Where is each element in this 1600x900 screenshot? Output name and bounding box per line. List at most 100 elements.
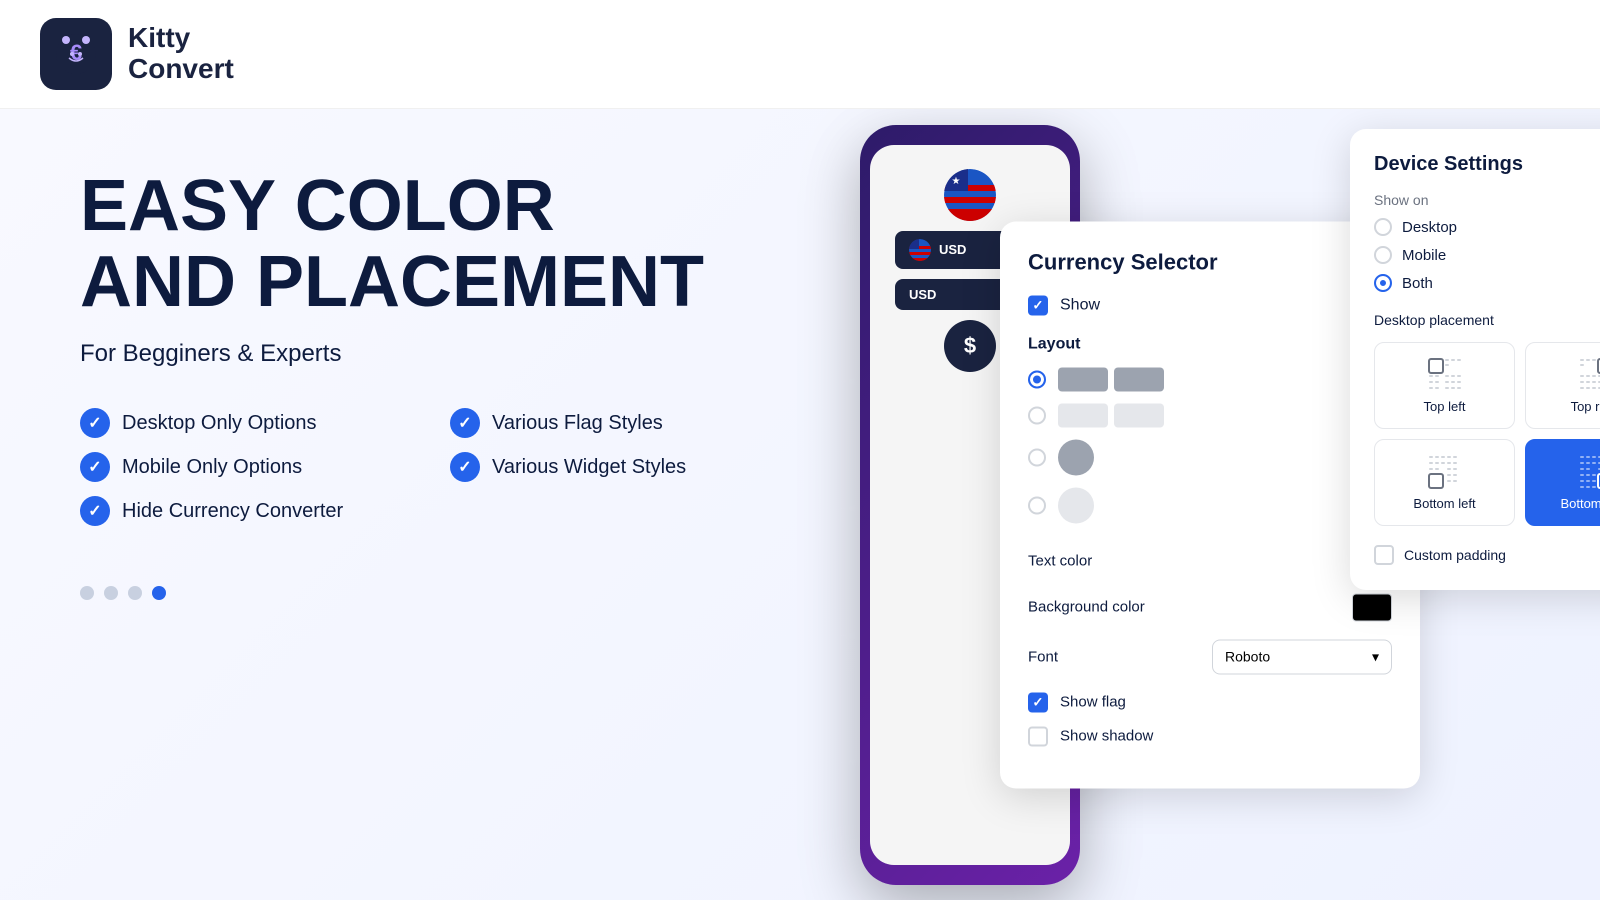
feature-3: Mobile Only Options (80, 452, 390, 482)
dollar-symbol: $ (964, 333, 976, 359)
show-label: Show (1060, 296, 1100, 314)
show-on-label: Show on (1374, 192, 1600, 208)
top-left-icon (1427, 357, 1463, 393)
font-row: Font Roboto ▾ (1028, 639, 1392, 674)
show-on-desktop[interactable]: Desktop (1374, 218, 1600, 236)
bottom-right-label: Bottom right (1560, 496, 1600, 511)
desktop-radio[interactable] (1374, 218, 1392, 236)
feature-label-3: Mobile Only Options (122, 456, 302, 479)
custom-padding-checkbox[interactable] (1374, 545, 1394, 565)
show-shadow-row: Show shadow (1028, 726, 1392, 746)
top-right-icon (1578, 357, 1600, 393)
feature-label-1: Desktop Only Options (122, 412, 317, 435)
feature-1: Desktop Only Options (80, 408, 390, 438)
placement-grid: Top left (1374, 342, 1600, 526)
main-content: EASY COLOR AND PLACEMENT For Begginers &… (0, 109, 1600, 900)
layout-block-1b (1114, 367, 1164, 391)
dot-4[interactable] (152, 586, 166, 600)
placement-bottom-right[interactable]: Bottom right (1525, 439, 1600, 526)
both-label: Both (1402, 275, 1433, 292)
mobile-label: Mobile (1402, 247, 1446, 264)
header: € Kitty Convert (0, 0, 1600, 109)
svg-text:★: ★ (952, 176, 961, 187)
bottom-left-label: Bottom left (1413, 496, 1475, 511)
hero-title-line2: AND PLACEMENT (80, 242, 704, 322)
placement-top-right[interactable]: Top right (1525, 342, 1600, 429)
layout-radio-2[interactable] (1028, 406, 1046, 424)
text-color-row: Text color (1028, 547, 1392, 575)
show-on-mobile[interactable]: Mobile (1374, 246, 1600, 264)
feature-label-5: Hide Currency Converter (122, 500, 343, 523)
font-label: Font (1028, 648, 1058, 665)
app-name-line2: Convert (128, 54, 234, 85)
device-settings-panel: Device Settings Show on Desktop Mobile B… (1350, 129, 1600, 590)
check-icon-1 (80, 408, 110, 438)
desktop-label: Desktop (1402, 219, 1457, 236)
feature-label-4: Various Widget Styles (492, 456, 686, 479)
both-radio[interactable] (1374, 274, 1392, 292)
layout-preview-2 (1058, 403, 1164, 427)
show-flag-label: Show flag (1060, 694, 1126, 711)
font-select[interactable]: Roboto ▾ (1212, 639, 1392, 674)
show-row: Show (1028, 295, 1392, 315)
show-flag-row: Show flag (1028, 692, 1392, 712)
layout-option-4[interactable] (1028, 487, 1392, 523)
device-settings-title: Device Settings (1374, 153, 1600, 176)
layout-preview-1 (1058, 367, 1164, 391)
top-left-label: Top left (1424, 399, 1466, 414)
right-panel: ★ USD ≡ USD (820, 109, 1600, 900)
show-shadow-label: Show shadow (1060, 728, 1153, 745)
layout-block-2a (1058, 403, 1108, 427)
hero-subtitle: For Begginers & Experts (80, 340, 760, 368)
hero-title-line1: EASY COLOR (80, 166, 555, 246)
check-icon-5 (80, 496, 110, 526)
app-name: Kitty Convert (128, 23, 234, 85)
features-grid: Desktop Only Options Various Flag Styles… (80, 408, 760, 526)
layout-options (1028, 367, 1392, 523)
top-right-label: Top right (1571, 399, 1600, 414)
layout-radio-1[interactable] (1028, 370, 1046, 388)
show-checkbox[interactable] (1028, 295, 1048, 315)
check-icon-4 (450, 452, 480, 482)
placement-top-left[interactable]: Top left (1374, 342, 1515, 429)
globe-widget: ★ (944, 169, 996, 221)
dot-1[interactable] (80, 586, 94, 600)
bg-color-row: Background color (1028, 593, 1392, 621)
custom-padding-row: Custom padding ? (1374, 544, 1600, 566)
layout-radio-3[interactable] (1028, 448, 1046, 466)
layout-circle-4 (1058, 487, 1094, 523)
dot-3[interactable] (128, 586, 142, 600)
font-value: Roboto (1225, 649, 1270, 665)
logo-box: € (40, 18, 112, 90)
layout-label: Layout (1028, 335, 1392, 353)
usd-text: USD (939, 242, 966, 257)
layout-radio-4[interactable] (1028, 496, 1046, 514)
layout-block-2b (1114, 403, 1164, 427)
show-flag-checkbox[interactable] (1028, 692, 1048, 712)
app-name-line1: Kitty (128, 23, 234, 54)
layout-option-1[interactable] (1028, 367, 1392, 391)
logo-icon: € (52, 30, 100, 78)
check-icon-2 (450, 408, 480, 438)
feature-2: Various Flag Styles (450, 408, 760, 438)
show-on-both[interactable]: Both (1374, 274, 1600, 292)
dots-navigation (80, 586, 760, 600)
bottom-left-icon (1427, 454, 1463, 490)
usd-dark-text: USD (909, 287, 936, 302)
dollar-circle-widget: $ (944, 320, 996, 372)
custom-padding-label: Custom padding (1404, 547, 1600, 563)
show-on-radio-group: Desktop Mobile Both (1374, 218, 1600, 292)
text-color-label: Text color (1028, 553, 1092, 570)
feature-4: Various Widget Styles (450, 452, 760, 482)
bg-color-swatch[interactable] (1352, 593, 1392, 621)
dot-2[interactable] (104, 586, 118, 600)
show-shadow-checkbox[interactable] (1028, 726, 1048, 746)
layout-option-3[interactable] (1028, 439, 1392, 475)
placement-bottom-left[interactable]: Bottom left (1374, 439, 1515, 526)
desktop-placement-label: Desktop placement (1374, 312, 1600, 328)
mobile-radio[interactable] (1374, 246, 1392, 264)
hero-title: EASY COLOR AND PLACEMENT (80, 169, 760, 320)
bg-color-label: Background color (1028, 599, 1145, 616)
layout-option-2[interactable] (1028, 403, 1392, 427)
feature-label-2: Various Flag Styles (492, 412, 663, 435)
